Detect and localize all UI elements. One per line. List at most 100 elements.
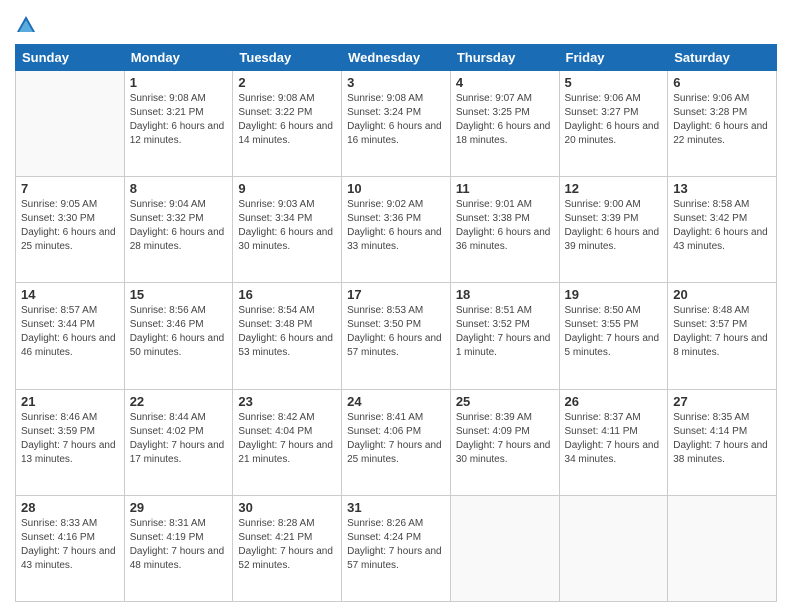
day-detail: Sunrise: 8:37 AMSunset: 4:11 PMDaylight:… xyxy=(565,411,663,467)
calendar-cell: 11 Sunrise: 9:01 AMSunset: 3:38 PMDayligh… xyxy=(450,177,559,283)
weekday-header: Tuesday xyxy=(233,45,342,71)
calendar-week-row: 1 Sunrise: 9:08 AMSunset: 3:21 PMDaylight… xyxy=(16,71,777,177)
day-number: 29 xyxy=(130,500,228,515)
calendar-cell: 31 Sunrise: 8:26 AMSunset: 4:24 PMDayligh… xyxy=(342,495,451,601)
day-number: 13 xyxy=(673,181,771,196)
day-detail: Sunrise: 8:53 AMSunset: 3:50 PMDaylight:… xyxy=(347,304,445,360)
calendar-header-row: SundayMondayTuesdayWednesdayThursdayFrid… xyxy=(16,45,777,71)
day-detail: Sunrise: 8:35 AMSunset: 4:14 PMDaylight:… xyxy=(673,411,771,467)
day-number: 26 xyxy=(565,394,663,409)
weekday-header: Monday xyxy=(124,45,233,71)
day-number: 31 xyxy=(347,500,445,515)
day-detail: Sunrise: 9:08 AMSunset: 3:22 PMDaylight:… xyxy=(238,92,336,148)
day-detail: Sunrise: 8:50 AMSunset: 3:55 PMDaylight:… xyxy=(565,304,663,360)
day-detail: Sunrise: 8:58 AMSunset: 3:42 PMDaylight:… xyxy=(673,198,771,254)
calendar-cell: 30Sunrise: 8:28 AMSunset: 4:21 PMDayligh… xyxy=(233,495,342,601)
calendar-cell: 29Sunrise: 8:31 AMSunset: 4:19 PMDayligh… xyxy=(124,495,233,601)
calendar-table: SundayMondayTuesdayWednesdayThursdayFrid… xyxy=(15,44,777,602)
calendar-cell: 7 Sunrise: 9:05 AMSunset: 3:30 PMDaylight… xyxy=(16,177,125,283)
day-number: 5 xyxy=(565,75,663,90)
weekday-header: Saturday xyxy=(668,45,777,71)
day-detail: Sunrise: 9:00 AMSunset: 3:39 PMDaylight:… xyxy=(565,198,663,254)
day-number: 9 xyxy=(238,181,336,196)
day-detail: Sunrise: 8:48 AMSunset: 3:57 PMDaylight:… xyxy=(673,304,771,360)
calendar-cell: 10 Sunrise: 9:02 AMSunset: 3:36 PMDayligh… xyxy=(342,177,451,283)
calendar-week-row: 14 Sunrise: 8:57 AMSunset: 3:44 PMDayligh… xyxy=(16,283,777,389)
calendar-cell: 6 Sunrise: 9:06 AMSunset: 3:28 PMDaylight… xyxy=(668,71,777,177)
day-number: 15 xyxy=(130,287,228,302)
day-detail: Sunrise: 8:42 AMSunset: 4:04 PMDaylight:… xyxy=(238,411,336,467)
calendar-cell: 15 Sunrise: 8:56 AMSunset: 3:46 PMDayligh… xyxy=(124,283,233,389)
calendar-cell: 23 Sunrise: 8:42 AMSunset: 4:04 PMDayligh… xyxy=(233,389,342,495)
calendar-cell xyxy=(450,495,559,601)
weekday-header: Friday xyxy=(559,45,668,71)
day-detail: Sunrise: 9:04 AMSunset: 3:32 PMDaylight:… xyxy=(130,198,228,254)
calendar-cell: 9 Sunrise: 9:03 AMSunset: 3:34 PMDaylight… xyxy=(233,177,342,283)
calendar-cell: 25 Sunrise: 8:39 AMSunset: 4:09 PMDayligh… xyxy=(450,389,559,495)
day-number: 4 xyxy=(456,75,554,90)
logo-icon xyxy=(15,14,37,36)
day-number: 17 xyxy=(347,287,445,302)
logo xyxy=(15,14,41,36)
calendar-cell: 12Sunrise: 9:00 AMSunset: 3:39 PMDayligh… xyxy=(559,177,668,283)
day-number: 2 xyxy=(238,75,336,90)
day-number: 3 xyxy=(347,75,445,90)
calendar-cell: 27Sunrise: 8:35 AMSunset: 4:14 PMDayligh… xyxy=(668,389,777,495)
day-number: 8 xyxy=(130,181,228,196)
weekday-header: Thursday xyxy=(450,45,559,71)
day-detail: Sunrise: 8:57 AMSunset: 3:44 PMDaylight:… xyxy=(21,304,119,360)
day-detail: Sunrise: 8:26 AMSunset: 4:24 PMDaylight:… xyxy=(347,517,445,573)
day-detail: Sunrise: 9:05 AMSunset: 3:30 PMDaylight:… xyxy=(21,198,119,254)
header xyxy=(15,10,777,36)
calendar-cell: 18 Sunrise: 8:51 AMSunset: 3:52 PMDayligh… xyxy=(450,283,559,389)
day-detail: Sunrise: 9:06 AMSunset: 3:28 PMDaylight:… xyxy=(673,92,771,148)
day-number: 22 xyxy=(130,394,228,409)
calendar-cell: 17 Sunrise: 8:53 AMSunset: 3:50 PMDayligh… xyxy=(342,283,451,389)
day-number: 14 xyxy=(21,287,119,302)
calendar-cell: 16Sunrise: 8:54 AMSunset: 3:48 PMDayligh… xyxy=(233,283,342,389)
calendar-cell xyxy=(16,71,125,177)
day-number: 20 xyxy=(673,287,771,302)
calendar-cell xyxy=(668,495,777,601)
day-detail: Sunrise: 8:56 AMSunset: 3:46 PMDaylight:… xyxy=(130,304,228,360)
day-number: 21 xyxy=(21,394,119,409)
day-number: 6 xyxy=(673,75,771,90)
calendar-cell: 4Sunrise: 9:07 AMSunset: 3:25 PMDaylight… xyxy=(450,71,559,177)
day-number: 28 xyxy=(21,500,119,515)
day-number: 25 xyxy=(456,394,554,409)
calendar-cell xyxy=(559,495,668,601)
weekday-header: Sunday xyxy=(16,45,125,71)
day-detail: Sunrise: 8:39 AMSunset: 4:09 PMDaylight:… xyxy=(456,411,554,467)
calendar-cell: 24Sunrise: 8:41 AMSunset: 4:06 PMDayligh… xyxy=(342,389,451,495)
calendar-cell: 14 Sunrise: 8:57 AMSunset: 3:44 PMDayligh… xyxy=(16,283,125,389)
weekday-header: Wednesday xyxy=(342,45,451,71)
calendar-cell: 5 Sunrise: 9:06 AMSunset: 3:27 PMDaylight… xyxy=(559,71,668,177)
calendar-cell: 19 Sunrise: 8:50 AMSunset: 3:55 PMDayligh… xyxy=(559,283,668,389)
day-detail: Sunrise: 9:03 AMSunset: 3:34 PMDaylight:… xyxy=(238,198,336,254)
day-number: 1 xyxy=(130,75,228,90)
day-number: 11 xyxy=(456,181,554,196)
day-number: 10 xyxy=(347,181,445,196)
day-detail: Sunrise: 8:28 AMSunset: 4:21 PMDaylight:… xyxy=(238,517,336,573)
day-detail: Sunrise: 8:46 AMSunset: 3:59 PMDaylight:… xyxy=(21,411,119,467)
day-detail: Sunrise: 9:01 AMSunset: 3:38 PMDaylight:… xyxy=(456,198,554,254)
calendar-cell: 1 Sunrise: 9:08 AMSunset: 3:21 PMDaylight… xyxy=(124,71,233,177)
calendar-cell: 28Sunrise: 8:33 AMSunset: 4:16 PMDayligh… xyxy=(16,495,125,601)
day-number: 23 xyxy=(238,394,336,409)
day-detail: Sunrise: 9:02 AMSunset: 3:36 PMDaylight:… xyxy=(347,198,445,254)
day-detail: Sunrise: 8:44 AMSunset: 4:02 PMDaylight:… xyxy=(130,411,228,467)
day-detail: Sunrise: 9:08 AMSunset: 3:24 PMDaylight:… xyxy=(347,92,445,148)
day-detail: Sunrise: 8:41 AMSunset: 4:06 PMDaylight:… xyxy=(347,411,445,467)
day-number: 19 xyxy=(565,287,663,302)
day-detail: Sunrise: 8:51 AMSunset: 3:52 PMDaylight:… xyxy=(456,304,554,360)
day-detail: Sunrise: 8:54 AMSunset: 3:48 PMDaylight:… xyxy=(238,304,336,360)
calendar-cell: 20 Sunrise: 8:48 AMSunset: 3:57 PMDayligh… xyxy=(668,283,777,389)
calendar-cell: 21 Sunrise: 8:46 AMSunset: 3:59 PMDayligh… xyxy=(16,389,125,495)
day-detail: Sunrise: 9:06 AMSunset: 3:27 PMDaylight:… xyxy=(565,92,663,148)
day-number: 7 xyxy=(21,181,119,196)
calendar-week-row: 21 Sunrise: 8:46 AMSunset: 3:59 PMDayligh… xyxy=(16,389,777,495)
calendar-cell: 22 Sunrise: 8:44 AMSunset: 4:02 PMDayligh… xyxy=(124,389,233,495)
day-detail: Sunrise: 9:08 AMSunset: 3:21 PMDaylight:… xyxy=(130,92,228,148)
day-number: 18 xyxy=(456,287,554,302)
calendar-cell: 2 Sunrise: 9:08 AMSunset: 3:22 PMDaylight… xyxy=(233,71,342,177)
